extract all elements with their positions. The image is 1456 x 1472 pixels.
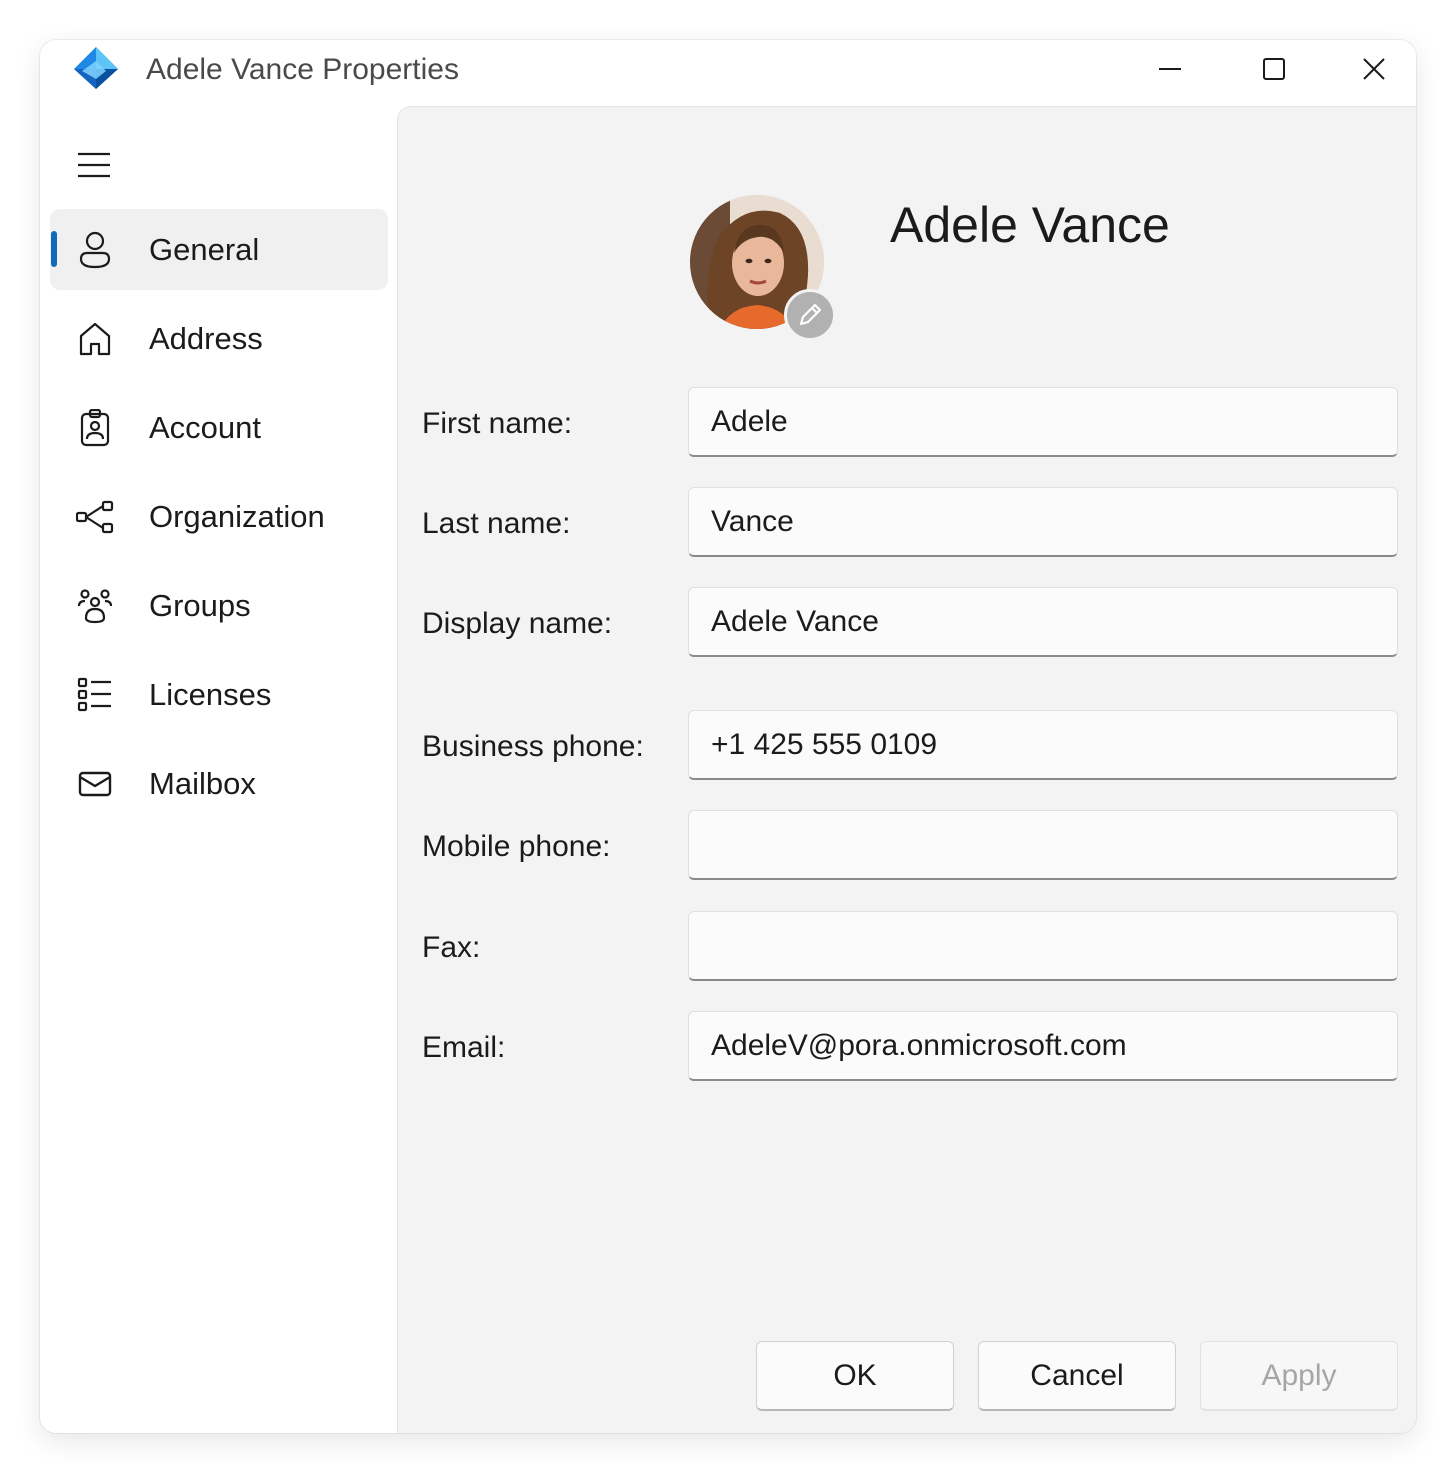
title-bar[interactable]: Adele Vance Properties (40, 40, 1416, 106)
sidebar-item-account[interactable]: Account (50, 387, 388, 468)
ok-button[interactable]: OK (756, 1341, 954, 1411)
display-name-label: Display name: (422, 607, 613, 640)
maximize-button[interactable] (1222, 40, 1326, 98)
sidebar-item-label: Organization (149, 498, 325, 534)
home-icon (76, 320, 114, 358)
email-field[interactable] (688, 1011, 1398, 1081)
hamburger-icon (78, 152, 110, 178)
edit-photo-button[interactable] (784, 289, 836, 341)
list-icon (76, 676, 114, 714)
people-group-icon (76, 587, 114, 625)
sidebar-item-mailbox[interactable]: Mailbox (50, 743, 388, 824)
email-label: Email: (422, 1031, 506, 1064)
sidebar-item-label: Licenses (149, 676, 272, 712)
sidebar-item-organization[interactable]: Organization (50, 476, 388, 557)
sidebar-item-label: Mailbox (149, 765, 256, 801)
mobile-phone-field[interactable] (688, 810, 1398, 880)
sidebar-item-general[interactable]: General (50, 209, 388, 290)
sidebar-item-groups[interactable]: Groups (50, 565, 388, 646)
sidebar-item-address[interactable]: Address (50, 298, 388, 379)
sidebar-item-label: General (149, 231, 260, 267)
sidebar-item-label: Address (149, 320, 263, 356)
mobile-phone-label: Mobile phone: (422, 830, 611, 863)
last-name-field[interactable] (688, 487, 1398, 557)
maximize-icon (1263, 58, 1285, 80)
close-icon (1363, 58, 1385, 80)
cancel-button[interactable]: Cancel (978, 1341, 1176, 1411)
fax-field[interactable] (688, 911, 1398, 981)
business-phone-label: Business phone: (422, 730, 644, 763)
sidebar-item-label: Groups (149, 587, 251, 623)
apply-button[interactable]: Apply (1200, 1341, 1398, 1411)
display-name-field[interactable] (688, 587, 1398, 657)
hamburger-menu-button[interactable] (68, 140, 120, 190)
fax-label: Fax: (422, 931, 481, 964)
window-title: Adele Vance Properties (146, 53, 459, 86)
sidebar-item-label: Account (149, 409, 262, 445)
pencil-icon (799, 303, 822, 326)
nav-list: General Address Account Organization Gro… (50, 209, 388, 832)
general-panel: Adele Vance First name: Last name: Displ… (397, 106, 1416, 1433)
org-chart-icon (76, 498, 114, 536)
badge-icon (76, 408, 114, 447)
minimize-button[interactable] (1118, 40, 1222, 98)
profile-photo[interactable] (690, 195, 836, 341)
azure-ad-diamond-icon (72, 45, 120, 93)
first-name-label: First name: (422, 407, 573, 440)
business-phone-field[interactable] (688, 710, 1398, 780)
profile-name: Adele Vance (890, 197, 1170, 253)
last-name-label: Last name: (422, 507, 571, 540)
person-icon (76, 231, 114, 269)
selection-indicator (51, 231, 57, 267)
close-button[interactable] (1322, 40, 1416, 98)
sidebar: General Address Account Organization Gro… (40, 106, 396, 1433)
mail-icon (76, 765, 114, 803)
properties-window: Adele Vance Properties General Address A… (40, 40, 1416, 1433)
sidebar-item-licenses[interactable]: Licenses (50, 654, 388, 735)
first-name-field[interactable] (688, 387, 1398, 457)
minimize-icon (1159, 68, 1181, 70)
